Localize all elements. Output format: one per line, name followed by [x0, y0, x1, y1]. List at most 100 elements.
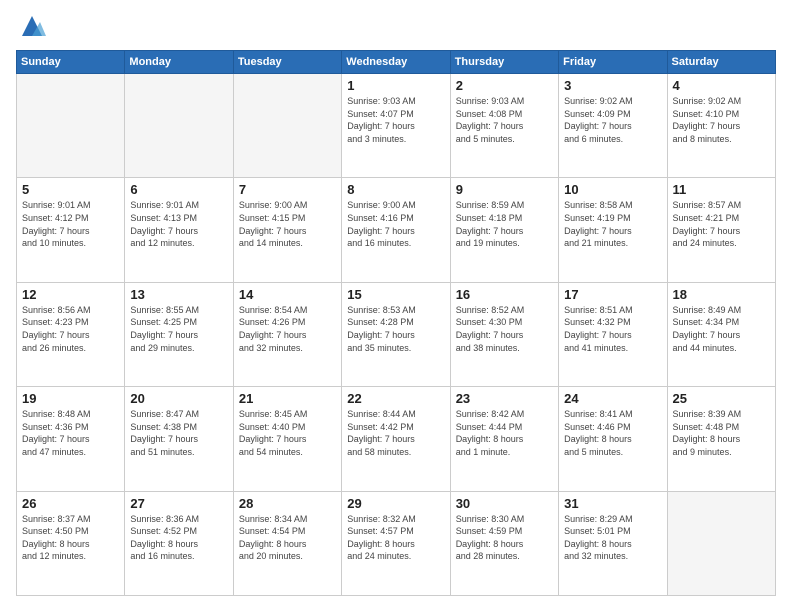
day-info: Sunrise: 8:55 AM Sunset: 4:25 PM Dayligh… — [130, 304, 227, 354]
calendar-cell: 24 Sunrise: 8:41 AM Sunset: 4:46 PM Dayli… — [559, 387, 667, 491]
day-number: 11 — [673, 182, 770, 197]
calendar-cell: 25Sunrise: 8:39 AM Sunset: 4:48 PM Dayli… — [667, 387, 775, 491]
calendar-cell: 27 Sunrise: 8:36 AM Sunset: 4:52 PM Dayli… — [125, 491, 233, 595]
day-info: Sunrise: 8:58 AM Sunset: 4:19 PM Dayligh… — [564, 199, 661, 249]
day-info: Sunrise: 9:01 AM Sunset: 4:13 PM Dayligh… — [130, 199, 227, 249]
day-number: 14 — [239, 287, 336, 302]
calendar-cell: 3 Sunrise: 9:02 AM Sunset: 4:09 PM Daylig… — [559, 74, 667, 178]
day-number: 16 — [456, 287, 553, 302]
calendar-cell: 5 Sunrise: 9:01 AM Sunset: 4:12 PM Daylig… — [17, 178, 125, 282]
day-info: Sunrise: 8:59 AM Sunset: 4:18 PM Dayligh… — [456, 199, 553, 249]
day-info: Sunrise: 8:45 AM Sunset: 4:40 PM Dayligh… — [239, 408, 336, 458]
calendar-cell: 22Sunrise: 8:44 AM Sunset: 4:42 PM Dayli… — [342, 387, 450, 491]
weekday-header: Saturday — [667, 51, 775, 74]
logo — [16, 16, 46, 40]
weekday-header: Thursday — [450, 51, 558, 74]
calendar-cell: 19 Sunrise: 8:48 AM Sunset: 4:36 PM Dayli… — [17, 387, 125, 491]
calendar-cell — [233, 74, 341, 178]
calendar-header-row: SundayMondayTuesdayWednesdayThursdayFrid… — [17, 51, 776, 74]
day-info: Sunrise: 9:00 AM Sunset: 4:15 PM Dayligh… — [239, 199, 336, 249]
day-number: 9 — [456, 182, 553, 197]
calendar-cell: 11 Sunrise: 8:57 AM Sunset: 4:21 PM Dayli… — [667, 178, 775, 282]
day-info: Sunrise: 8:36 AM Sunset: 4:52 PM Dayligh… — [130, 513, 227, 563]
day-info: Sunrise: 8:54 AM Sunset: 4:26 PM Dayligh… — [239, 304, 336, 354]
day-info: Sunrise: 9:02 AM Sunset: 4:10 PM Dayligh… — [673, 95, 770, 145]
calendar-cell: 21 Sunrise: 8:45 AM Sunset: 4:40 PM Dayli… — [233, 387, 341, 491]
day-number: 15 — [347, 287, 444, 302]
calendar-cell: 10 Sunrise: 8:58 AM Sunset: 4:19 PM Dayli… — [559, 178, 667, 282]
calendar-week-row: 1 Sunrise: 9:03 AM Sunset: 4:07 PM Daylig… — [17, 74, 776, 178]
calendar-cell — [667, 491, 775, 595]
day-number: 31 — [564, 496, 661, 511]
day-number: 21 — [239, 391, 336, 406]
day-info: Sunrise: 9:03 AM Sunset: 4:07 PM Dayligh… — [347, 95, 444, 145]
day-info: Sunrise: 8:41 AM Sunset: 4:46 PM Dayligh… — [564, 408, 661, 458]
weekday-header: Sunday — [17, 51, 125, 74]
day-info: Sunrise: 8:29 AM Sunset: 5:01 PM Dayligh… — [564, 513, 661, 563]
day-number: 6 — [130, 182, 227, 197]
day-number: 1 — [347, 78, 444, 93]
calendar-cell: 20Sunrise: 8:47 AM Sunset: 4:38 PM Dayli… — [125, 387, 233, 491]
day-number: 4 — [673, 78, 770, 93]
day-info: Sunrise: 9:02 AM Sunset: 4:09 PM Dayligh… — [564, 95, 661, 145]
weekday-header: Wednesday — [342, 51, 450, 74]
calendar-cell: 13 Sunrise: 8:55 AM Sunset: 4:25 PM Dayli… — [125, 282, 233, 386]
calendar-cell: 8 Sunrise: 9:00 AM Sunset: 4:16 PM Daylig… — [342, 178, 450, 282]
day-info: Sunrise: 8:49 AM Sunset: 4:34 PM Dayligh… — [673, 304, 770, 354]
day-info: Sunrise: 9:00 AM Sunset: 4:16 PM Dayligh… — [347, 199, 444, 249]
calendar-cell: 29 Sunrise: 8:32 AM Sunset: 4:57 PM Dayli… — [342, 491, 450, 595]
calendar-cell: 1 Sunrise: 9:03 AM Sunset: 4:07 PM Daylig… — [342, 74, 450, 178]
calendar-cell: 16Sunrise: 8:52 AM Sunset: 4:30 PM Dayli… — [450, 282, 558, 386]
day-info: Sunrise: 8:42 AM Sunset: 4:44 PM Dayligh… — [456, 408, 553, 458]
day-info: Sunrise: 8:32 AM Sunset: 4:57 PM Dayligh… — [347, 513, 444, 563]
logo-icon — [18, 12, 46, 40]
day-number: 26 — [22, 496, 119, 511]
day-number: 24 — [564, 391, 661, 406]
day-number: 18 — [673, 287, 770, 302]
day-number: 28 — [239, 496, 336, 511]
calendar-table: SundayMondayTuesdayWednesdayThursdayFrid… — [16, 50, 776, 596]
calendar-cell: 28 Sunrise: 8:34 AM Sunset: 4:54 PM Dayli… — [233, 491, 341, 595]
day-number: 29 — [347, 496, 444, 511]
day-number: 2 — [456, 78, 553, 93]
calendar-cell: 6 Sunrise: 9:01 AM Sunset: 4:13 PM Daylig… — [125, 178, 233, 282]
day-number: 13 — [130, 287, 227, 302]
day-number: 7 — [239, 182, 336, 197]
day-number: 12 — [22, 287, 119, 302]
calendar-week-row: 5 Sunrise: 9:01 AM Sunset: 4:12 PM Daylig… — [17, 178, 776, 282]
calendar-cell: 23 Sunrise: 8:42 AM Sunset: 4:44 PM Dayli… — [450, 387, 558, 491]
day-number: 10 — [564, 182, 661, 197]
day-info: Sunrise: 8:34 AM Sunset: 4:54 PM Dayligh… — [239, 513, 336, 563]
day-number: 19 — [22, 391, 119, 406]
day-number: 17 — [564, 287, 661, 302]
calendar-week-row: 19 Sunrise: 8:48 AM Sunset: 4:36 PM Dayli… — [17, 387, 776, 491]
day-info: Sunrise: 8:51 AM Sunset: 4:32 PM Dayligh… — [564, 304, 661, 354]
day-info: Sunrise: 8:44 AM Sunset: 4:42 PM Dayligh… — [347, 408, 444, 458]
day-number: 3 — [564, 78, 661, 93]
weekday-header: Friday — [559, 51, 667, 74]
calendar-cell: 17 Sunrise: 8:51 AM Sunset: 4:32 PM Dayli… — [559, 282, 667, 386]
day-info: Sunrise: 8:57 AM Sunset: 4:21 PM Dayligh… — [673, 199, 770, 249]
day-info: Sunrise: 9:01 AM Sunset: 4:12 PM Dayligh… — [22, 199, 119, 249]
calendar-week-row: 26 Sunrise: 8:37 AM Sunset: 4:50 PM Dayli… — [17, 491, 776, 595]
day-number: 23 — [456, 391, 553, 406]
day-number: 27 — [130, 496, 227, 511]
day-number: 30 — [456, 496, 553, 511]
calendar-cell: 12 Sunrise: 8:56 AM Sunset: 4:23 PM Dayli… — [17, 282, 125, 386]
day-info: Sunrise: 8:39 AM Sunset: 4:48 PM Dayligh… — [673, 408, 770, 458]
calendar-cell: 2Sunrise: 9:03 AM Sunset: 4:08 PM Daylig… — [450, 74, 558, 178]
day-info: Sunrise: 8:37 AM Sunset: 4:50 PM Dayligh… — [22, 513, 119, 563]
calendar-cell: 9 Sunrise: 8:59 AM Sunset: 4:18 PM Daylig… — [450, 178, 558, 282]
day-number: 8 — [347, 182, 444, 197]
calendar-cell: 7 Sunrise: 9:00 AM Sunset: 4:15 PM Daylig… — [233, 178, 341, 282]
day-info: Sunrise: 8:48 AM Sunset: 4:36 PM Dayligh… — [22, 408, 119, 458]
calendar-cell — [125, 74, 233, 178]
day-info: Sunrise: 8:56 AM Sunset: 4:23 PM Dayligh… — [22, 304, 119, 354]
day-info: Sunrise: 8:30 AM Sunset: 4:59 PM Dayligh… — [456, 513, 553, 563]
weekday-header: Tuesday — [233, 51, 341, 74]
calendar-cell: 30 Sunrise: 8:30 AM Sunset: 4:59 PM Dayli… — [450, 491, 558, 595]
calendar-cell: 15Sunrise: 8:53 AM Sunset: 4:28 PM Dayli… — [342, 282, 450, 386]
day-number: 5 — [22, 182, 119, 197]
calendar-cell: 18 Sunrise: 8:49 AM Sunset: 4:34 PM Dayli… — [667, 282, 775, 386]
day-info: Sunrise: 8:47 AM Sunset: 4:38 PM Dayligh… — [130, 408, 227, 458]
